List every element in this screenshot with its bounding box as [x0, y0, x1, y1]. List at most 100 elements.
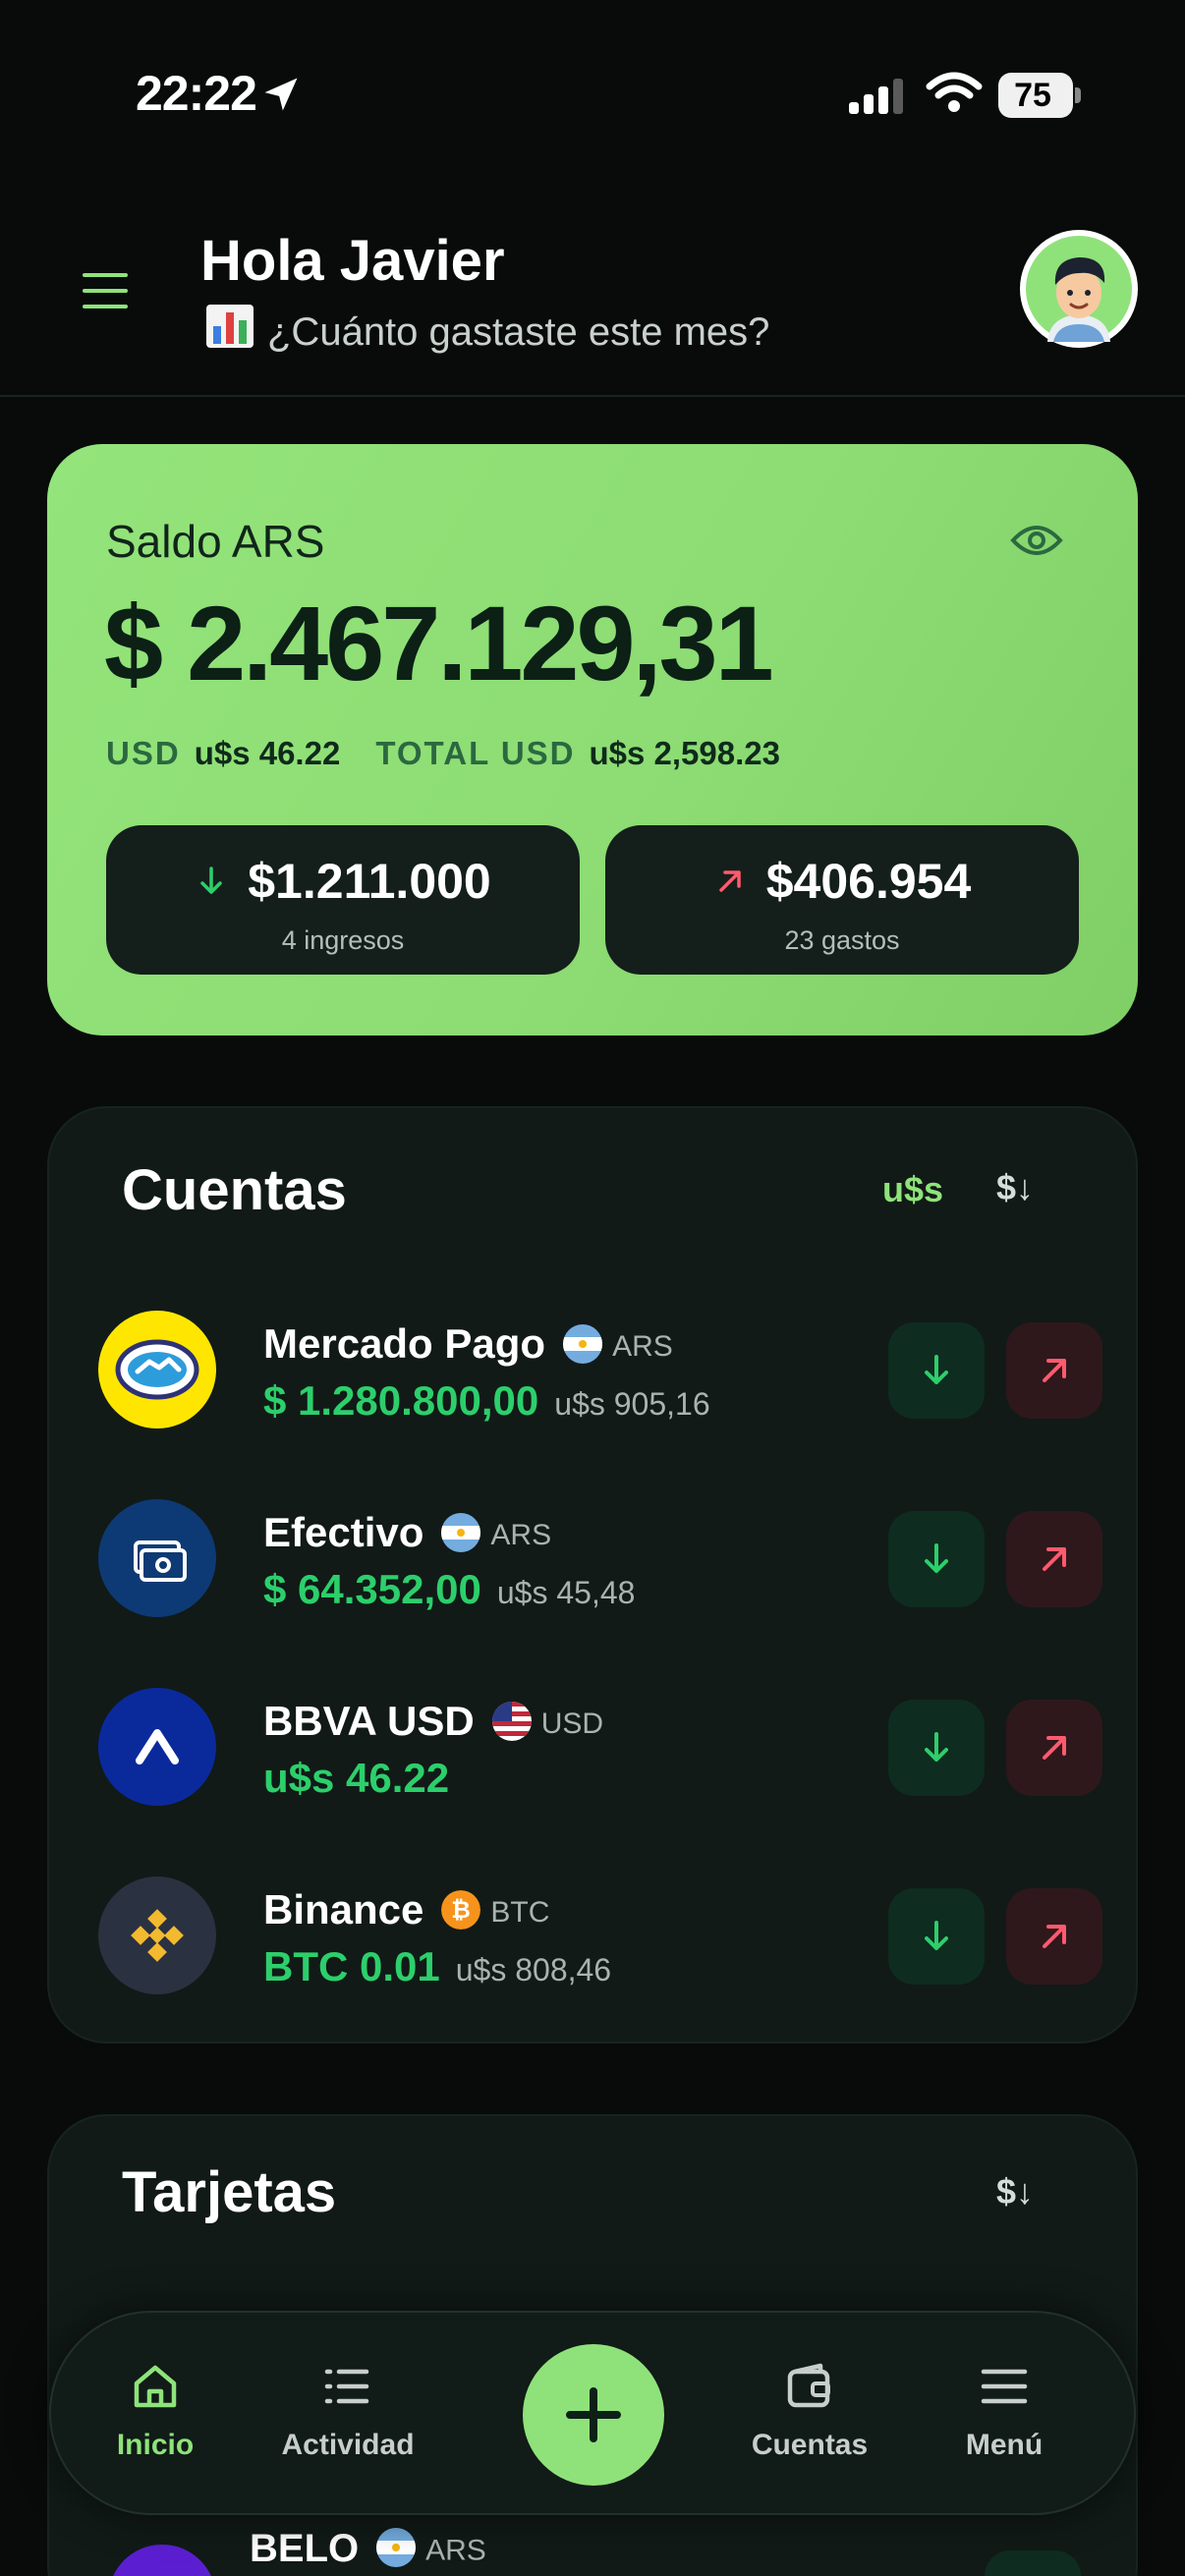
usd-label: USD: [106, 735, 181, 771]
arrow-down-icon: [925, 1921, 948, 1950]
account-usd: u$s 905,16: [554, 1386, 710, 1422]
balance-label: Saldo ARS: [106, 516, 325, 567]
arrow-up-right-icon: [1043, 1736, 1066, 1760]
nav-label: Inicio: [116, 2429, 195, 2461]
account-name: Mercado Pago: [263, 1320, 546, 1367]
eye-icon[interactable]: [1010, 521, 1063, 560]
nav-item-menu[interactable]: Menú: [926, 2360, 1083, 2462]
avatar-illustration-icon: [1026, 236, 1132, 342]
add-expense-button[interactable]: [1006, 1511, 1102, 1607]
mercado-pago-logo: [98, 1311, 216, 1428]
account-currency: ARS: [490, 1518, 552, 1551]
add-expense-button[interactable]: [1006, 1700, 1102, 1796]
account-row[interactable]: Binance ₿ BTC BTC 0.01 u$s 808,46: [49, 1867, 1140, 2004]
balance-amount: $ 2.467.129,31: [104, 584, 774, 702]
accounts-panel: Cuentas u$s $↓ Mercado Pago ARS $ 1.280.8…: [47, 1106, 1138, 2044]
arrow-down-icon: [925, 1355, 948, 1384]
nav-label: Menú: [965, 2429, 1044, 2461]
add-income-button[interactable]: [888, 1322, 985, 1419]
account-amount: $ 64.352,00: [263, 1566, 481, 1612]
add-income-button[interactable]: [888, 1511, 985, 1607]
bbva-logo: [98, 1688, 216, 1806]
greeting: Hola Javier: [200, 229, 505, 293]
cash-logo: [98, 1499, 216, 1617]
add-income-button[interactable]: [888, 1888, 985, 1985]
binance-icon: [131, 1909, 184, 1962]
account-amount: u$s 46.22: [263, 1755, 450, 1801]
nav-item-cuentas[interactable]: Cuentas: [731, 2360, 888, 2462]
arrow-up-right-icon: [1043, 1359, 1066, 1382]
binance-logo: [98, 1876, 216, 1994]
location-arrow-icon: [264, 78, 298, 111]
bar-chart-emoji-icon: [206, 305, 254, 348]
account-row[interactable]: BBVA USD USD u$s 46.22: [49, 1678, 1140, 1816]
menu-icon[interactable]: [83, 273, 128, 308]
account-row[interactable]: Efectivo ARS $ 64.352,00 u$s 45,48: [49, 1489, 1140, 1627]
status-bar: 22:22 75: [0, 0, 1185, 187]
usd-summary: USD u$s 46.22 TOTAL USD u$s 2,598.23: [106, 735, 816, 772]
handshake-icon: [115, 1339, 199, 1400]
list-icon: [324, 2369, 369, 2404]
add-income-button[interactable]: [985, 2550, 1081, 2576]
add-expense-button[interactable]: [1006, 1888, 1102, 1985]
currency-toggle[interactable]: u$s: [882, 1169, 943, 1210]
wallet-icon: [787, 2363, 830, 2408]
bottom-nav: Inicio Actividad Cuentas Menú: [49, 2311, 1136, 2515]
plus-icon: [566, 2387, 621, 2442]
account-name: BBVA USD: [263, 1698, 475, 1744]
nav-label: Actividad: [281, 2429, 415, 2461]
arrow-down-icon: [925, 1543, 948, 1573]
cash-icon: [134, 1540, 187, 1582]
header-subtitle: ¿Cuánto gastaste este mes?: [267, 310, 770, 354]
sort-icon[interactable]: $↓: [996, 2171, 1034, 2212]
arrow-down-icon: [925, 1732, 948, 1762]
income-amount: $1.211.000: [248, 854, 491, 909]
hamburger-icon: [981, 2369, 1028, 2404]
bitcoin-icon: ₿: [441, 1889, 481, 1930]
income-summary-button[interactable]: $1.211.000 4 ingresos: [106, 825, 580, 975]
card-name: BELO: [250, 2527, 360, 2570]
total-usd-value: u$s 2,598.23: [589, 735, 781, 771]
belo-logo: [108, 2545, 216, 2576]
bbva-caret-icon: [136, 1729, 179, 1764]
account-row[interactable]: Mercado Pago ARS $ 1.280.800,00 u$s 905,16: [49, 1301, 1140, 1438]
battery-level: 75: [1014, 77, 1051, 114]
account-name: Binance: [263, 1886, 424, 1932]
arrow-down-icon: [200, 867, 222, 894]
account-usd: u$s 808,46: [455, 1952, 612, 1988]
account-amount: $ 1.280.800,00: [263, 1377, 539, 1424]
balance-card: Saldo ARS $ 2.467.129,31 USD u$s 46.22 TOT…: [47, 444, 1138, 1036]
battery-icon: 75: [998, 73, 1081, 118]
usa-flag-icon: [491, 1701, 532, 1741]
add-expense-button[interactable]: [1006, 1322, 1102, 1419]
nav-item-actividad[interactable]: Actividad: [269, 2360, 426, 2462]
account-usd: u$s 45,48: [496, 1575, 636, 1610]
card-row[interactable]: BELO ARS: [47, 2515, 1138, 2576]
expenses-count: 23 gastos: [784, 925, 900, 955]
usd-value: u$s 46.22: [194, 735, 341, 771]
expenses-summary-button[interactable]: $406.954 23 gastos: [605, 825, 1079, 975]
account-currency: ARS: [612, 1329, 673, 1363]
status-time: 22:22: [136, 66, 257, 121]
argentina-flag-icon: [563, 1323, 603, 1364]
account-currency: USD: [540, 1707, 604, 1740]
signal-icon: [849, 79, 903, 114]
accounts-title: Cuentas: [122, 1158, 347, 1222]
arrow-up-right-icon: [1043, 1547, 1066, 1571]
add-income-button[interactable]: [888, 1700, 985, 1796]
sort-icon[interactable]: $↓: [996, 1167, 1034, 1208]
home-icon: [134, 2365, 177, 2408]
total-usd-label: TOTAL USD: [375, 735, 576, 771]
nav-item-inicio[interactable]: Inicio: [77, 2360, 234, 2462]
avatar[interactable]: [1020, 230, 1138, 348]
arrow-up-right-icon: [1043, 1925, 1066, 1948]
add-transaction-button[interactable]: [523, 2344, 664, 2486]
nav-label: Cuentas: [751, 2429, 869, 2461]
account-amount: BTC 0.01: [263, 1943, 440, 1989]
svg-text:₿: ₿: [452, 1897, 472, 1924]
expenses-amount: $406.954: [765, 854, 972, 909]
account-name: Efectivo: [263, 1509, 424, 1555]
wifi-icon: [926, 72, 983, 112]
cards-title: Tarjetas: [122, 2160, 337, 2224]
account-currency: BTC: [490, 1895, 550, 1929]
